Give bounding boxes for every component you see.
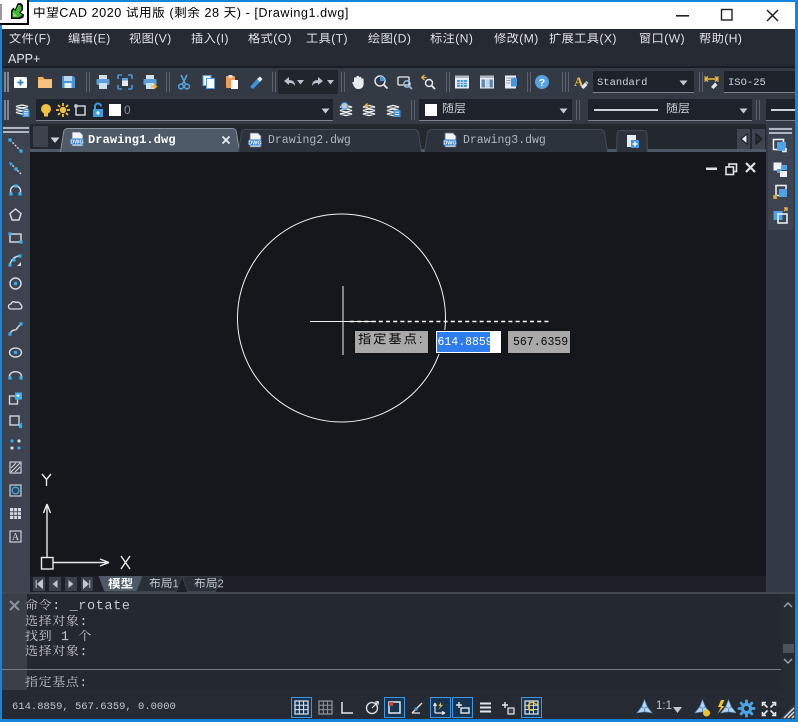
svg-text:DWG: DWG: [443, 140, 456, 146]
svg-text:DWG: DWG: [248, 140, 261, 146]
svg-text:?: ?: [539, 77, 545, 89]
svg-text:A: A: [12, 532, 20, 543]
svg-text:DWG: DWG: [70, 139, 83, 145]
